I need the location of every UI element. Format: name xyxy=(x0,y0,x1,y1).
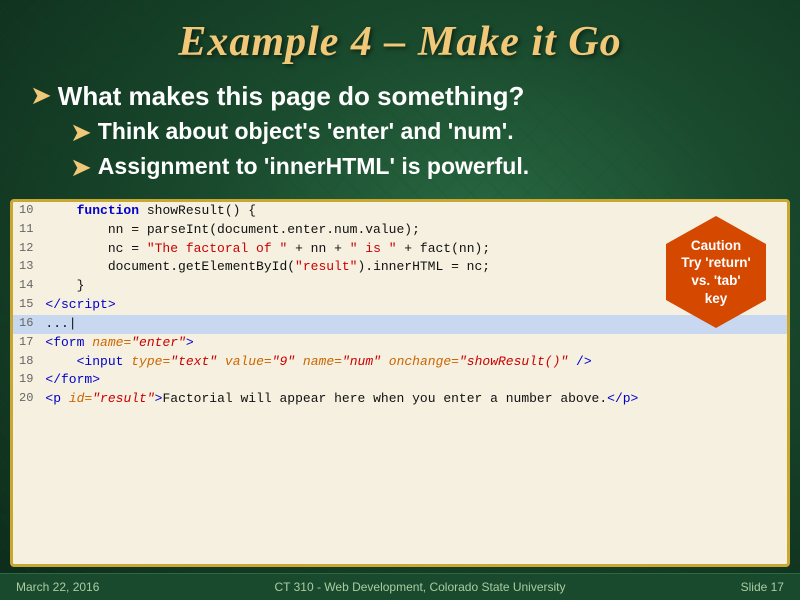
slide: Example 4 – Make it Go ➤ What makes this… xyxy=(0,0,800,600)
line-num-10: 10 xyxy=(13,202,41,221)
bullet-arrow-3: ➤ xyxy=(70,152,92,183)
bullets-section: ➤ What makes this page do something? ➤ T… xyxy=(0,74,800,193)
bullet-arrow-2: ➤ xyxy=(70,117,92,148)
line-num-16: 16 xyxy=(13,315,41,334)
caution-text: Caution Try 'return' vs. 'tab' key xyxy=(671,237,761,307)
caution-line3: vs. 'tab' xyxy=(691,273,740,288)
bullet-2: ➤ Think about object's 'enter' and 'num'… xyxy=(30,117,770,148)
code-row-18: 18 <input type="text" value="9" name="nu… xyxy=(13,353,787,372)
line-num-20: 20 xyxy=(13,390,41,409)
footer-slide: Slide 17 xyxy=(741,580,784,594)
code-line-17: <form name="enter"> xyxy=(41,334,787,353)
bullet-arrow-1: ➤ xyxy=(30,80,52,111)
line-num-13: 13 xyxy=(13,258,41,277)
line-num-11: 11 xyxy=(13,221,41,240)
line-num-19: 19 xyxy=(13,371,41,390)
bullet-text-2: Think about object's 'enter' and 'num'. xyxy=(98,117,514,146)
bullet-3: ➤ Assignment to 'innerHTML' is powerful. xyxy=(30,152,770,183)
code-row-20: 20 <p id="result">Factorial will appear … xyxy=(13,390,787,409)
line-num-15: 15 xyxy=(13,296,41,315)
code-line-20: <p id="result">Factorial will appear her… xyxy=(41,390,787,409)
caution-line4: key xyxy=(705,290,728,305)
footer-course: CT 310 - Web Development, Colorado State… xyxy=(274,580,565,594)
footer-date: March 22, 2016 xyxy=(16,580,99,594)
caution-line1: Caution xyxy=(691,238,741,253)
bullet-1: ➤ What makes this page do something? xyxy=(30,80,770,113)
line-num-12: 12 xyxy=(13,240,41,259)
code-line-19: </form> xyxy=(41,371,787,390)
caution-hexagon: Caution Try 'return' vs. 'tab' key xyxy=(661,212,771,332)
line-num-18: 18 xyxy=(13,353,41,372)
code-row-19: 19 </form> xyxy=(13,371,787,390)
line-num-17: 17 xyxy=(13,334,41,353)
footer: March 22, 2016 CT 310 - Web Development,… xyxy=(0,573,800,600)
title-area: Example 4 – Make it Go xyxy=(0,0,800,74)
slide-title: Example 4 – Make it Go xyxy=(20,18,780,66)
line-num-14: 14 xyxy=(13,277,41,296)
caution-line2: Try 'return' xyxy=(681,255,750,270)
code-row-17: 17 <form name="enter"> xyxy=(13,334,787,353)
bullet-text-1: What makes this page do something? xyxy=(58,80,525,113)
code-panel: 10 function showResult() { 11 nn = parse… xyxy=(10,199,790,567)
code-line-18: <input type="text" value="9" name="num" … xyxy=(41,353,787,372)
bullet-text-3: Assignment to 'innerHTML' is powerful. xyxy=(98,152,529,181)
